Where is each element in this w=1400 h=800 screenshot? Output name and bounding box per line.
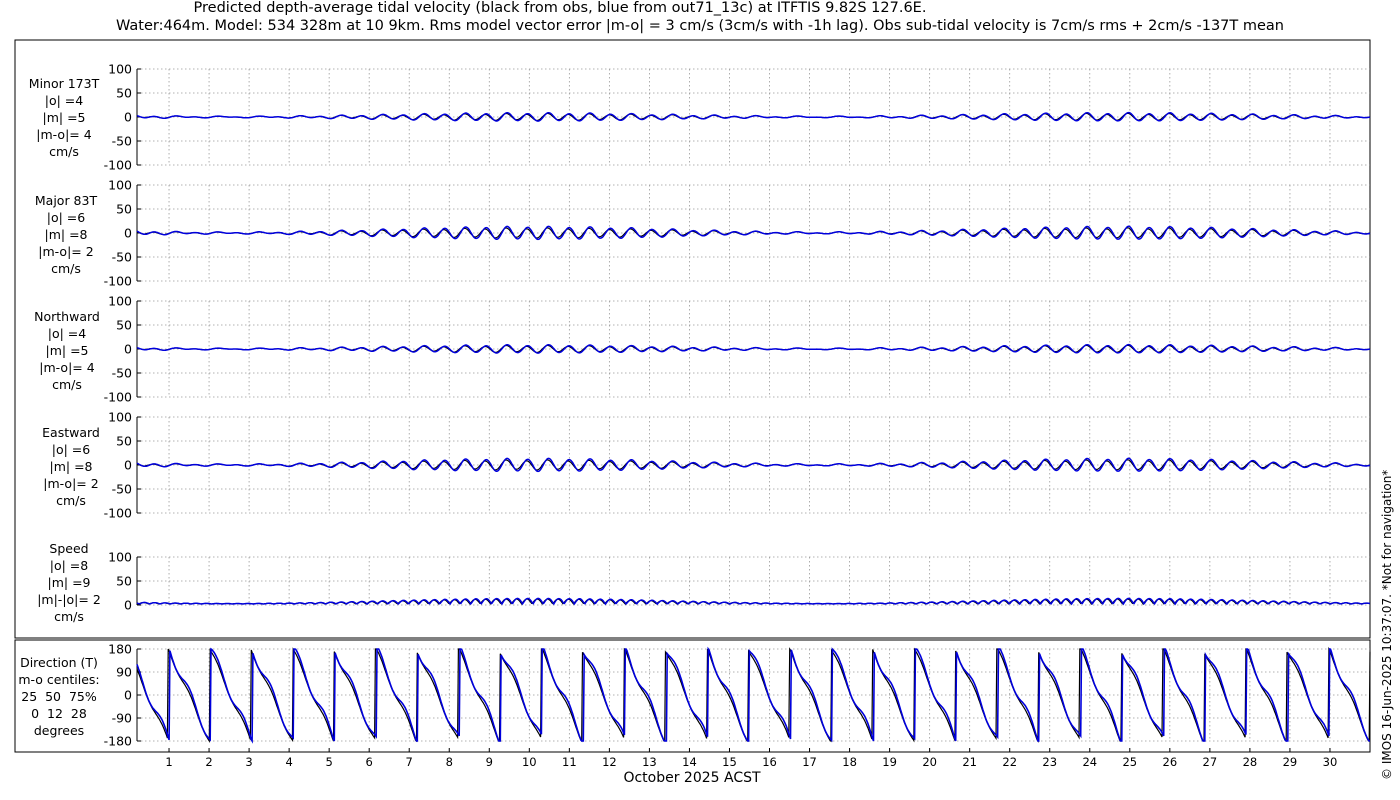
ytick-label-north-1: 50 [116, 318, 132, 333]
xtick-label-9: 10 [522, 755, 537, 769]
xtick-label-29: 30 [1323, 755, 1338, 769]
xtick-label-5: 6 [366, 755, 373, 769]
ytick-label-minor-3: -50 [112, 134, 132, 149]
xtick-label-0: 1 [165, 755, 172, 769]
xtick-label-1: 2 [205, 755, 212, 769]
ytick-label-direction-4: -180 [104, 734, 132, 749]
xtick-label-23: 24 [1082, 755, 1097, 769]
xtick-label-3: 4 [285, 755, 292, 769]
series-model-speed [136, 597, 1371, 606]
xtick-label-18: 19 [882, 755, 897, 769]
xtick-label-26: 27 [1203, 755, 1218, 769]
ytick-label-direction-0: 180 [108, 642, 132, 657]
ytick-label-north-4: -100 [104, 390, 132, 405]
xtick-label-20: 21 [962, 755, 977, 769]
xtick-label-21: 22 [1002, 755, 1017, 769]
ytick-label-major-2: 0 [124, 226, 132, 241]
xtick-label-6: 7 [406, 755, 413, 769]
ytick-label-speed-2: 0 [124, 598, 132, 613]
ytick-label-east-0: 100 [108, 410, 132, 425]
ytick-label-north-0: 100 [108, 294, 132, 309]
x-axis-label: October 2025 ACST [623, 770, 761, 786]
ytick-label-speed-0: 100 [108, 550, 132, 565]
xtick-label-4: 5 [325, 755, 332, 769]
xtick-label-25: 26 [1163, 755, 1178, 769]
ytick-label-minor-1: 50 [116, 86, 132, 101]
xtick-label-27: 28 [1243, 755, 1258, 769]
ytick-label-major-3: -50 [112, 250, 132, 265]
xtick-label-22: 23 [1042, 755, 1057, 769]
xtick-label-11: 12 [602, 755, 617, 769]
ytick-label-direction-1: 90 [116, 665, 132, 680]
xtick-label-28: 29 [1283, 755, 1298, 769]
ytick-label-direction-3: -90 [112, 711, 132, 726]
xtick-label-7: 8 [446, 755, 453, 769]
xtick-label-15: 16 [762, 755, 777, 769]
xtick-label-10: 11 [562, 755, 577, 769]
xtick-label-2: 3 [245, 755, 252, 769]
upper-frame [14, 39, 1371, 639]
ytick-label-minor-2: 0 [124, 110, 132, 125]
xtick-label-17: 18 [842, 755, 857, 769]
xtick-label-19: 20 [922, 755, 937, 769]
ytick-label-east-3: -50 [112, 482, 132, 497]
ytick-label-east-4: -100 [104, 506, 132, 521]
xtick-label-8: 9 [486, 755, 493, 769]
ytick-label-major-1: 50 [116, 202, 132, 217]
xtick-label-16: 17 [802, 755, 817, 769]
ytick-label-major-4: -100 [104, 274, 132, 289]
xtick-label-13: 14 [682, 755, 697, 769]
xtick-label-14: 15 [722, 755, 737, 769]
xtick-label-12: 13 [642, 755, 657, 769]
ytick-label-major-0: 100 [108, 178, 132, 193]
ytick-label-north-3: -50 [112, 366, 132, 381]
ytick-label-direction-2: 0 [124, 688, 132, 703]
ytick-label-east-1: 50 [116, 434, 132, 449]
ytick-label-speed-1: 50 [116, 574, 132, 589]
credit-text: © IMOS 16-Jun-2025 10:37:07. *Not for na… [1380, 469, 1394, 780]
ytick-label-minor-4: -100 [104, 158, 132, 173]
tidal-velocity-chart: 100500-50-100100500-50-100100500-50-1001… [14, 39, 1371, 769]
ytick-label-east-2: 0 [124, 458, 132, 473]
ytick-label-minor-0: 100 [108, 62, 132, 77]
xtick-label-24: 25 [1122, 755, 1137, 769]
ytick-label-north-2: 0 [124, 342, 132, 357]
